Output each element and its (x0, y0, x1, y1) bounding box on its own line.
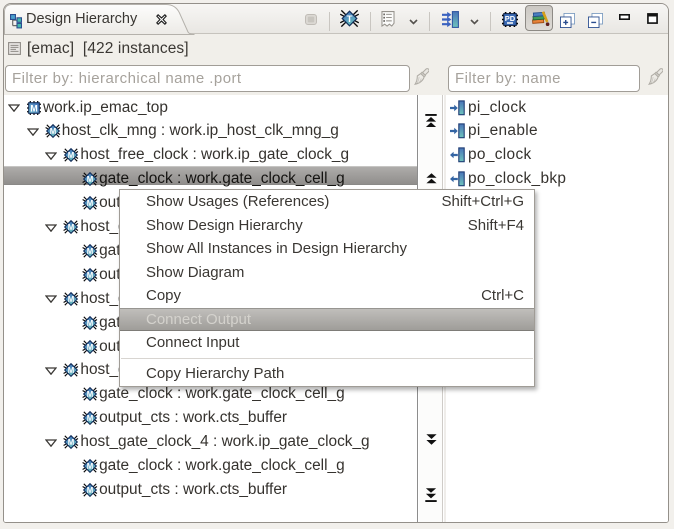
svg-text:T: T (347, 14, 353, 25)
svg-text:PD: PD (505, 14, 516, 23)
